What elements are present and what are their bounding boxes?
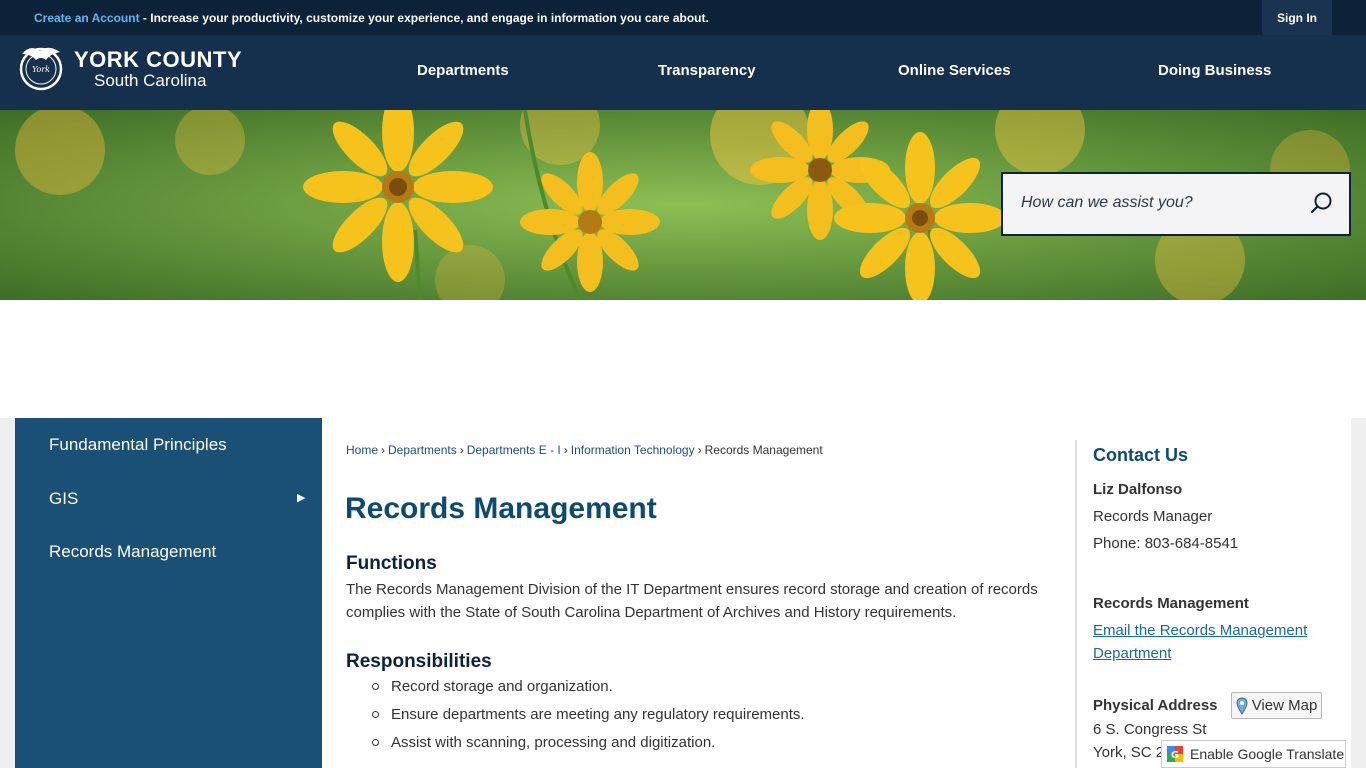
bullet-icon — [372, 739, 379, 746]
svg-text:York: York — [32, 65, 50, 74]
list-item: Ensure departments are meeting any regul… — [372, 704, 805, 732]
list-item: Assist with scanning, processing and dig… — [372, 732, 805, 760]
contact-dept: Records Management — [1093, 595, 1249, 612]
view-map-button[interactable]: View Map — [1231, 692, 1322, 719]
list-item-text: Record storage and organization. — [391, 678, 613, 695]
sidebar-item-gis[interactable]: GIS — [49, 489, 78, 509]
address-street: 6 S. Congress St — [1093, 721, 1207, 738]
email-department-link-cont[interactable]: Department — [1093, 645, 1171, 662]
brand-subtitle: South Carolina — [94, 71, 207, 90]
page-gutter-right — [1351, 418, 1366, 768]
brand-title[interactable]: YORK COUNTY — [74, 47, 242, 73]
expand-arrow-icon[interactable]: ▶ — [297, 491, 305, 504]
nav-transparency[interactable]: Transparency — [658, 62, 756, 79]
utility-bar: Create an Account - Increase your produc… — [0, 0, 1366, 35]
breadcrumb-information-technology[interactable]: Information Technology — [571, 443, 695, 457]
contact-name: Liz Dalfonso — [1093, 481, 1183, 498]
nav-doing-business[interactable]: Doing Business — [1158, 62, 1271, 79]
bullet-icon — [372, 711, 379, 718]
breadcrumb-separator: › — [381, 443, 386, 457]
breadcrumb-separator: › — [563, 443, 568, 457]
sign-in-button[interactable]: Sign In — [1262, 0, 1332, 35]
responsibilities-heading: Responsibilities — [346, 651, 492, 672]
account-promo: Create an Account - Increase your produc… — [34, 11, 709, 25]
promo-text: - Increase your productivity, customize … — [139, 11, 709, 25]
breadcrumb-home[interactable]: Home — [346, 443, 378, 457]
nav-departments[interactable]: Departments — [417, 62, 509, 79]
page-title: Records Management — [345, 492, 657, 525]
google-translate-icon: G — [1167, 746, 1183, 762]
section-sidebar — [15, 418, 322, 768]
contact-us-heading: Contact Us — [1093, 445, 1189, 465]
list-item: Record storage and organization. — [372, 676, 805, 704]
breadcrumb-current: Records Management — [704, 443, 823, 457]
column-divider — [1075, 440, 1077, 768]
google-translate-button[interactable]: G Enable Google Translate — [1161, 740, 1346, 768]
breadcrumb-separator: › — [697, 443, 702, 457]
bullet-icon — [372, 683, 379, 690]
view-map-label: View Map — [1251, 697, 1318, 714]
list-item-text: Assist with scanning, processing and dig… — [391, 734, 716, 751]
county-seal-logo[interactable]: York — [16, 42, 66, 92]
email-department-link[interactable]: Email the Records Management — [1093, 622, 1307, 639]
svg-text:G: G — [1171, 750, 1179, 761]
breadcrumb-separator: › — [459, 443, 464, 457]
breadcrumb: Home › Departments › Departments E - I › Infor… — [346, 443, 823, 457]
address-city: York, SC 2 — [1093, 744, 1165, 761]
breadcrumb-departments-e-i[interactable]: Departments E - I — [467, 443, 561, 457]
site-search[interactable]: How can we assist you? — [1001, 172, 1351, 236]
sidebar-item-records-management[interactable]: Records Management — [49, 542, 216, 562]
functions-heading: Functions — [346, 553, 437, 574]
functions-text: The Records Management Division of the I… — [346, 581, 1038, 621]
search-icon[interactable] — [1309, 191, 1333, 215]
translate-label: Enable Google Translate — [1190, 746, 1345, 762]
list-item-text: Ensure departments are meeting any regul… — [391, 706, 805, 723]
map-pin-icon — [1236, 696, 1248, 715]
page-gutter-left — [0, 418, 15, 768]
physical-address-label: Physical Address — [1093, 697, 1218, 714]
contact-phone: Phone: 803-684-8541 — [1093, 535, 1239, 552]
breadcrumb-departments[interactable]: Departments — [388, 443, 457, 457]
responsibilities-list: Record storage and organization. Ensure … — [372, 676, 805, 760]
nav-online-services[interactable]: Online Services — [898, 62, 1011, 79]
sidebar-item-fundamental-principles[interactable]: Fundamental Principles — [49, 435, 227, 455]
search-input[interactable]: How can we assist you? — [1021, 194, 1193, 212]
create-account-link[interactable]: Create an Account — [34, 11, 140, 25]
contact-role: Records Manager — [1093, 508, 1213, 525]
